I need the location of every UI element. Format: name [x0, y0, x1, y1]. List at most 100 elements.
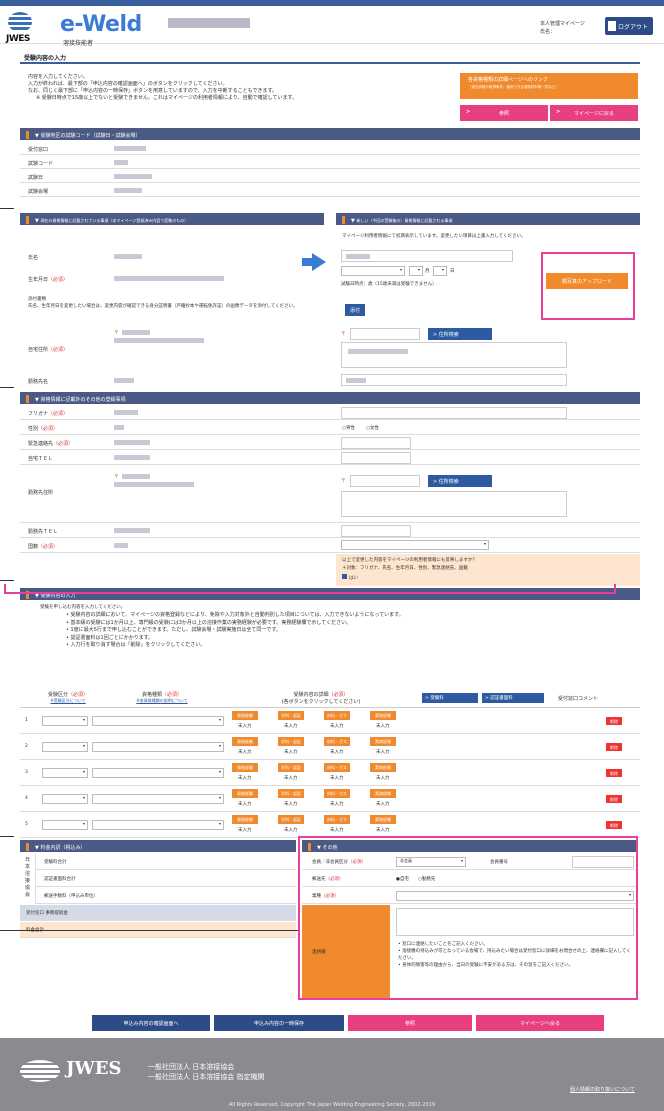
row-number: 2 [25, 744, 28, 749]
detail-btn-material[interactable]: 材料・ガス [324, 763, 350, 772]
detail-btn-material[interactable]: 材料・ガス [324, 711, 350, 720]
detail-btn-qual[interactable]: 資格経験 [232, 789, 258, 798]
dob-day-select[interactable]: ▾ [433, 266, 447, 276]
dob-month-select[interactable]: ▾ [409, 266, 423, 276]
detail-btn-material[interactable]: 材料・ガス [324, 737, 350, 746]
detail-btn-label: 資格経験 [237, 817, 253, 822]
status-text: 未入力 [376, 724, 390, 729]
home-tel-input[interactable] [341, 452, 411, 464]
qualification-select[interactable]: ▾ [92, 820, 224, 830]
cert-fee-row: 認証書面料合計 [36, 871, 296, 887]
work-tel-input[interactable] [341, 525, 411, 537]
callout-line [0, 836, 14, 837]
highlight-line [4, 584, 616, 594]
col-qual-link[interactable]: ※各資格種類の説明について [104, 698, 220, 704]
footer-brand: JWES [66, 1058, 122, 1079]
work-postal-input[interactable] [350, 475, 420, 487]
delete-button[interactable]: 削除 [606, 821, 622, 829]
privacy-link[interactable]: 個人情報の取り扱いについて [570, 1086, 635, 1093]
reference-button[interactable]: > 参照 [460, 105, 548, 121]
exam-type-select[interactable]: ▾ [42, 716, 88, 726]
female-label: 女性 [369, 426, 379, 431]
postal-mark: 〒 [114, 331, 119, 336]
detail-btn-cert[interactable]: 学科・認証 [278, 711, 304, 720]
gender-female-radio[interactable]: ○女性 [366, 425, 379, 431]
exam-type-select[interactable]: ▾ [42, 742, 88, 752]
confirm-label: 申込み内容の確認画面へ [123, 1021, 179, 1027]
brand-title[interactable]: e-Weld [60, 12, 142, 37]
callout-line [0, 208, 14, 209]
save-draft-button[interactable]: 申込み内容の一時保存 [214, 1015, 344, 1031]
detail-btn-qual[interactable]: 資格経験 [232, 763, 258, 772]
row-number: 1 [25, 718, 28, 723]
reflect-question: 以上で変更した内容をマイページの利用者情報にも反映しますか？ [342, 558, 477, 563]
work-address-textarea[interactable] [341, 491, 567, 517]
delete-button[interactable]: 削除 [606, 795, 622, 803]
intro-text: 内容を入力してください。 入力が終われば、最下部の「申込内容の確認画面へ」のボタ… [28, 74, 468, 102]
required-mark: （必須） [48, 347, 69, 353]
detail-btn-cert[interactable]: 学科・認証 [278, 763, 304, 772]
col-type-header: 受験区分（必須） ※受験区分について [38, 691, 98, 704]
delete-button[interactable]: 削除 [606, 769, 622, 777]
detail-btn-label: 学科・認証 [281, 765, 301, 770]
qualification-select[interactable]: ▾ [92, 794, 224, 804]
address-search-button[interactable]: > 住所検索 [428, 328, 492, 340]
emergency-input[interactable] [341, 437, 411, 449]
exam-type-select[interactable]: ▾ [42, 794, 88, 804]
logo-emblem-icon [8, 12, 32, 32]
intro-line: ※ 受験日時点で15歳以上でないと受験できません。これはマイページの利用者情報に… [36, 95, 297, 101]
detail-btn-qual[interactable]: 資格経験 [232, 815, 258, 824]
detail-btn-material[interactable]: 材料・ガス [324, 815, 350, 824]
qualification-link-button[interactable]: 各資格種類の詳細ページへのリンク （過去資格や取得条件、使用できる溶接材料等一覧な… [460, 73, 638, 99]
detail-btn-cert[interactable]: 学科・認証 [278, 789, 304, 798]
delete-button[interactable]: 削除 [606, 717, 622, 725]
qualification-select[interactable]: ▾ [92, 742, 224, 752]
address-label-text: 自宅住所 [28, 347, 49, 353]
detail-btn-experience[interactable]: 実務経験 [370, 711, 396, 720]
detail-btn-cert[interactable]: 学科・認証 [278, 815, 304, 824]
redacted-value [114, 254, 142, 259]
back-to-mypage-button[interactable]: > マイページに戻る [550, 105, 638, 121]
footer-mypage-button[interactable]: マイページへ戻る [476, 1015, 604, 1031]
reflect-yes-label: はい [349, 576, 358, 581]
qualification-select[interactable]: ▾ [92, 716, 224, 726]
male-label: 男性 [345, 426, 355, 431]
col-type-link[interactable]: ※受験区分について [38, 698, 98, 704]
exam-type-select[interactable]: ▾ [42, 820, 88, 830]
postal-input[interactable] [350, 328, 420, 340]
detail-btn-cert[interactable]: 学科・認証 [278, 737, 304, 746]
nationality-select[interactable]: ▾ [341, 540, 489, 550]
cert-fee-button[interactable]: > 認証書面料 [482, 693, 544, 703]
row-number: 3 [25, 770, 28, 775]
dob-year-select[interactable]: ▾ [341, 266, 405, 276]
employer-input[interactable] [341, 374, 567, 386]
qualification-select[interactable]: ▾ [92, 768, 224, 778]
exam-type-select[interactable]: ▾ [42, 768, 88, 778]
mypage-label: マイページに戻る [574, 111, 614, 117]
attach-button[interactable]: 添付 [345, 304, 366, 316]
detail-btn-qual[interactable]: 資格経験 [232, 737, 258, 746]
detail-btn-experience[interactable]: 実務経験 [370, 737, 396, 746]
gender-male-radio[interactable]: ○男性 [342, 425, 355, 431]
kana-input[interactable] [341, 407, 567, 419]
status-text: 未入力 [238, 802, 252, 807]
detail-btn-qual[interactable]: 資格経験 [232, 711, 258, 720]
emergency-row: 緊急連絡先（必須） [20, 435, 640, 450]
gender-label: 性別（必須） [28, 425, 58, 432]
detail-btn-experience[interactable]: 実務経験 [370, 763, 396, 772]
table-row: 5 ▾ ▾ 資格経験 未入力 学科・認証 未入力 材料・ガス 未入力 実務経験 未入力 削除 [20, 812, 640, 838]
address-textarea[interactable] [341, 342, 567, 368]
reflect-checkbox[interactable]: はい [342, 574, 358, 581]
footer-reference-button[interactable]: 参照 [348, 1015, 472, 1031]
save-label: 申込み内容の一時保存 [253, 1021, 304, 1027]
delete-label: 削除 [610, 797, 618, 802]
confirm-button[interactable]: 申込み内容の確認画面へ [92, 1015, 210, 1031]
detail-btn-material[interactable]: 材料・ガス [324, 789, 350, 798]
detail-btn-experience[interactable]: 実務経験 [370, 815, 396, 824]
detail-btn-experience[interactable]: 実務経験 [370, 789, 396, 798]
name-input[interactable] [341, 250, 513, 262]
delete-button[interactable]: 削除 [606, 743, 622, 751]
logout-button[interactable]: ログアウト [605, 17, 653, 35]
work-address-search-button[interactable]: > 住所検索 [428, 475, 492, 487]
fee-button[interactable]: > 受験料 [422, 693, 478, 703]
